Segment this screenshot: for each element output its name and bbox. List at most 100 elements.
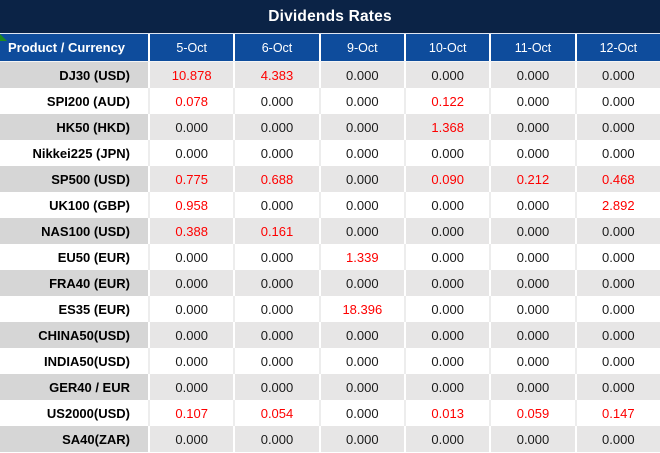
- dividend-value: 0.000: [404, 244, 489, 270]
- product-label: DJ30 (USD): [0, 62, 148, 88]
- dividend-value: 0.000: [404, 426, 489, 452]
- dividend-value: 0.107: [148, 400, 233, 426]
- dividend-value: 0.000: [319, 166, 404, 192]
- dividend-value: 0.000: [404, 192, 489, 218]
- column-header-11-oct: 11-Oct: [489, 34, 574, 61]
- dividend-value: 0.000: [319, 348, 404, 374]
- table-row: FRA40 (EUR)0.0000.0000.0000.0000.0000.00…: [0, 270, 660, 296]
- dividend-value: 0.000: [575, 114, 660, 140]
- dividend-value: 0.000: [489, 192, 574, 218]
- dividend-value: 0.054: [233, 400, 318, 426]
- dividend-value: 0.000: [489, 296, 574, 322]
- table-row: SA40(ZAR)0.0000.0000.0000.0000.0000.000: [0, 426, 660, 452]
- dividend-value: 2.892: [575, 192, 660, 218]
- dividend-value: 0.000: [575, 244, 660, 270]
- dividend-value: 0.000: [148, 348, 233, 374]
- dividend-value: 0.000: [148, 322, 233, 348]
- table-row: INDIA50(USD)0.0000.0000.0000.0000.0000.0…: [0, 348, 660, 374]
- table-row: SPI200 (AUD)0.0780.0000.0000.1220.0000.0…: [0, 88, 660, 114]
- dividend-value: 0.000: [489, 114, 574, 140]
- dividend-value: 0.000: [319, 192, 404, 218]
- column-header-6-oct: 6-Oct: [233, 34, 318, 61]
- product-label: GER40 / EUR: [0, 374, 148, 400]
- dividend-value: 0.000: [233, 374, 318, 400]
- column-header-9-oct: 9-Oct: [319, 34, 404, 61]
- dividend-value: 0.000: [575, 322, 660, 348]
- dividend-value: 0.000: [148, 270, 233, 296]
- dividend-value: 1.368: [404, 114, 489, 140]
- dividend-value: 0.078: [148, 88, 233, 114]
- column-header-5-oct: 5-Oct: [148, 34, 233, 61]
- product-label: US2000(USD): [0, 400, 148, 426]
- dividend-value: 0.000: [233, 426, 318, 452]
- dividend-value: 0.000: [575, 140, 660, 166]
- dividend-value: 0.147: [575, 400, 660, 426]
- product-label: EU50 (EUR): [0, 244, 148, 270]
- table-row: CHINA50(USD)0.0000.0000.0000.0000.0000.0…: [0, 322, 660, 348]
- dividend-value: 0.000: [148, 244, 233, 270]
- column-header-10-oct: 10-Oct: [404, 34, 489, 61]
- table-row: SP500 (USD)0.7750.6880.0000.0900.2120.46…: [0, 166, 660, 192]
- dividend-value: 0.000: [489, 62, 574, 88]
- dividend-value: 0.000: [319, 140, 404, 166]
- table-header-row: Product / Currency 5-Oct6-Oct9-Oct10-Oct…: [0, 33, 660, 62]
- dividend-value: 0.688: [233, 166, 318, 192]
- dividend-value: 0.000: [233, 140, 318, 166]
- dividend-value: 0.000: [575, 218, 660, 244]
- product-label: HK50 (HKD): [0, 114, 148, 140]
- product-label: NAS100 (USD): [0, 218, 148, 244]
- dividend-value: 10.878: [148, 62, 233, 88]
- dividend-value: 0.000: [148, 140, 233, 166]
- dividend-value: 0.000: [575, 62, 660, 88]
- dividend-value: 0.161: [233, 218, 318, 244]
- dividend-value: 0.000: [489, 322, 574, 348]
- dividend-value: 0.000: [575, 374, 660, 400]
- dividend-value: 0.000: [575, 296, 660, 322]
- dividend-value: 0.000: [489, 426, 574, 452]
- dividend-value: 0.000: [233, 270, 318, 296]
- product-label: SPI200 (AUD): [0, 88, 148, 114]
- dividend-value: 0.212: [489, 166, 574, 192]
- dividend-value: 0.000: [575, 88, 660, 114]
- table-row: US2000(USD)0.1070.0540.0000.0130.0590.14…: [0, 400, 660, 426]
- product-label: Nikkei225 (JPN): [0, 140, 148, 166]
- dividend-value: 0.000: [404, 374, 489, 400]
- dividend-value: 0.000: [319, 270, 404, 296]
- dividend-value: 0.000: [233, 192, 318, 218]
- table-row: GER40 / EUR0.0000.0000.0000.0000.0000.00…: [0, 374, 660, 400]
- dividend-value: 0.000: [489, 218, 574, 244]
- dividend-value: 0.388: [148, 218, 233, 244]
- product-label: UK100 (GBP): [0, 192, 148, 218]
- product-label: ES35 (EUR): [0, 296, 148, 322]
- dividend-value: 0.000: [319, 426, 404, 452]
- dividend-value: 0.000: [233, 114, 318, 140]
- dividend-value: 0.059: [489, 400, 574, 426]
- dividend-value: 0.000: [404, 322, 489, 348]
- dividend-value: 0.000: [233, 244, 318, 270]
- dividend-value: 0.000: [319, 114, 404, 140]
- page-title: Dividends Rates: [268, 8, 392, 26]
- green-corner-marker-icon: [0, 34, 7, 41]
- dividend-value: 0.000: [319, 62, 404, 88]
- dividend-value: 1.339: [319, 244, 404, 270]
- dividend-value: 0.013: [404, 400, 489, 426]
- dividend-value: 0.000: [319, 88, 404, 114]
- dividend-value: 0.000: [404, 296, 489, 322]
- dividend-value: 0.000: [233, 88, 318, 114]
- dividend-value: 0.000: [319, 400, 404, 426]
- dividends-rates-panel: Dividends Rates Product / Currency 5-Oct…: [0, 0, 660, 453]
- dividend-value: 0.000: [489, 270, 574, 296]
- dividend-value: 4.383: [233, 62, 318, 88]
- dividend-value: 0.122: [404, 88, 489, 114]
- dividend-value: 0.775: [148, 166, 233, 192]
- dividend-value: 0.000: [404, 62, 489, 88]
- dividend-value: 0.000: [319, 374, 404, 400]
- product-label: FRA40 (EUR): [0, 270, 148, 296]
- dividend-value: 0.000: [148, 296, 233, 322]
- title-bar: Dividends Rates: [0, 0, 660, 33]
- table-row: ES35 (EUR)0.0000.00018.3960.0000.0000.00…: [0, 296, 660, 322]
- column-header-12-oct: 12-Oct: [575, 34, 660, 61]
- dividend-value: 0.000: [404, 140, 489, 166]
- dividend-value: 0.000: [489, 348, 574, 374]
- table-row: UK100 (GBP)0.9580.0000.0000.0000.0002.89…: [0, 192, 660, 218]
